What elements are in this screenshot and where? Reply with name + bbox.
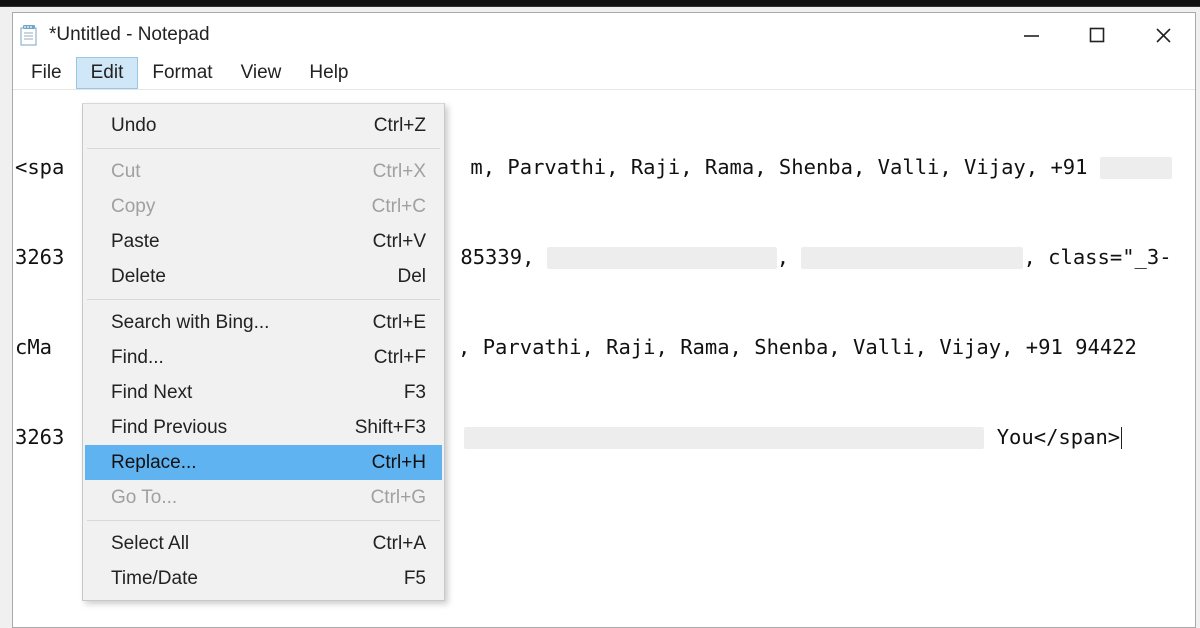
menu-item-cut: CutCtrl+X [85, 154, 442, 189]
menu-item-label: Delete [111, 266, 397, 288]
menu-item-shortcut: Ctrl+E [373, 312, 426, 334]
menu-file[interactable]: File [17, 57, 76, 89]
menu-item-label: Time/Date [111, 568, 404, 590]
menu-format[interactable]: Format [138, 57, 226, 89]
menu-item-label: Undo [111, 115, 374, 137]
menu-item-shortcut: Ctrl+H [372, 452, 426, 474]
menu-item-shortcut: F3 [404, 382, 426, 404]
menu-item-find-next[interactable]: Find NextF3 [85, 375, 442, 410]
menu-item-label: Find Previous [111, 417, 355, 439]
titlebar: *Untitled - Notepad [13, 13, 1195, 57]
minimize-button[interactable] [1013, 17, 1049, 53]
menu-item-select-all[interactable]: Select AllCtrl+A [85, 526, 442, 561]
menu-item-label: Select All [111, 533, 373, 555]
menu-view[interactable]: View [227, 57, 296, 89]
menu-item-shortcut: Ctrl+V [373, 231, 426, 253]
menu-item-label: Paste [111, 231, 373, 253]
menu-item-shortcut: Ctrl+Z [374, 115, 426, 137]
menu-item-replace[interactable]: Replace...Ctrl+H [85, 445, 442, 480]
menu-item-label: Cut [111, 161, 373, 183]
menu-help[interactable]: Help [295, 57, 362, 89]
menu-item-search-with-bing[interactable]: Search with Bing...Ctrl+E [85, 305, 442, 340]
menu-item-label: Search with Bing... [111, 312, 373, 334]
menu-separator [87, 299, 440, 300]
window-controls [1013, 17, 1189, 53]
menu-item-find-previous[interactable]: Find PreviousShift+F3 [85, 410, 442, 445]
edit-menu-dropdown: UndoCtrl+ZCutCtrl+XCopyCtrl+CPasteCtrl+V… [82, 103, 445, 601]
close-button[interactable] [1145, 17, 1181, 53]
menu-item-shortcut: Ctrl+X [373, 161, 426, 183]
menu-separator [87, 148, 440, 149]
menu-edit[interactable]: Edit [76, 57, 139, 89]
window-title: *Untitled - Notepad [49, 24, 1013, 46]
menu-item-shortcut: Ctrl+F [374, 347, 426, 369]
menu-item-find[interactable]: Find...Ctrl+F [85, 340, 442, 375]
menu-item-time-date[interactable]: Time/DateF5 [85, 561, 442, 596]
menu-item-label: Find Next [111, 382, 404, 404]
menu-item-label: Find... [111, 347, 374, 369]
menu-item-delete[interactable]: DeleteDel [85, 259, 442, 294]
menu-item-paste[interactable]: PasteCtrl+V [85, 224, 442, 259]
menubar: File Edit Format View Help [13, 57, 1195, 89]
text-cursor [1121, 427, 1122, 449]
menu-item-shortcut: Ctrl+C [372, 196, 426, 218]
menu-item-go-to: Go To...Ctrl+G [85, 480, 442, 515]
menu-item-shortcut: F5 [404, 568, 426, 590]
menu-item-label: Replace... [111, 452, 372, 474]
maximize-button[interactable] [1079, 17, 1115, 53]
menu-item-copy: CopyCtrl+C [85, 189, 442, 224]
notepad-icon [19, 24, 39, 46]
menu-item-undo[interactable]: UndoCtrl+Z [85, 108, 442, 143]
menu-separator [87, 520, 440, 521]
menu-item-label: Copy [111, 196, 372, 218]
menu-item-shortcut: Ctrl+A [373, 533, 426, 555]
menu-item-shortcut: Ctrl+G [371, 487, 426, 509]
menu-item-label: Go To... [111, 487, 371, 509]
menu-item-shortcut: Shift+F3 [355, 417, 426, 439]
menu-item-shortcut: Del [397, 266, 426, 288]
